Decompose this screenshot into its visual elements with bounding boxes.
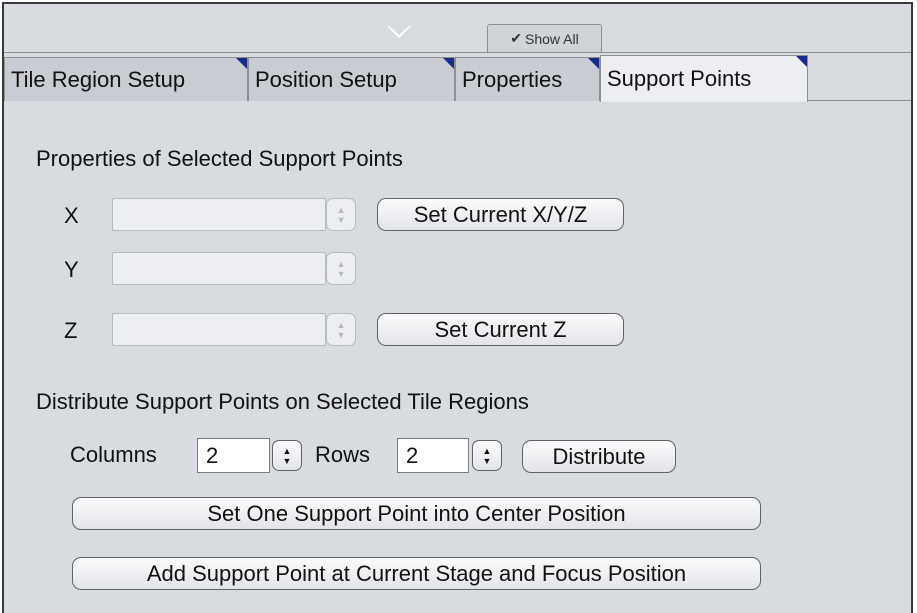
x-field [112,198,326,231]
columns-value: 2 [206,442,219,468]
rows-value: 2 [406,442,419,468]
up-arrow-icon: ▲ [482,445,492,456]
rows-stepper[interactable]: ▲ ▼ [472,440,502,471]
z-label: Z [64,318,78,343]
set-center-support-point-button[interactable]: Set One Support Point into Center Positi… [72,497,761,530]
tab-position-setup[interactable]: Position Setup [248,57,455,101]
tab-corner-marker-icon [588,58,599,69]
show-all-label: Show All [525,30,579,47]
collapse-triangle-icon[interactable] [387,26,411,38]
tab-properties[interactable]: Properties [455,57,600,101]
columns-stepper[interactable]: ▲ ▼ [272,440,302,471]
properties-section-title: Properties of Selected Support Points [36,146,403,171]
tab-label: Tile Region Setup [11,66,186,92]
y-label: Y [64,257,79,282]
tab-label: Support Points [607,66,752,91]
up-arrow-icon: ▲ [336,319,346,330]
columns-label: Columns [70,442,157,467]
set-current-z-button[interactable]: Set Current Z [377,313,624,346]
set-current-xyz-button[interactable]: Set Current X/Y/Z [377,198,624,231]
x-label: X [64,203,79,228]
down-arrow-icon: ▼ [482,455,492,466]
tab-support-points[interactable]: Support Points [600,55,808,102]
tab-label: Position Setup [255,66,397,92]
up-arrow-icon: ▲ [282,445,292,456]
rows-label: Rows [315,442,371,467]
add-support-point-button[interactable]: Add Support Point at Current Stage and F… [72,557,761,590]
y-stepper: ▲ ▼ [326,252,356,285]
show-all-toggle[interactable]: ✔ Show All [487,24,602,52]
up-arrow-icon: ▲ [336,258,346,269]
tab-tile-region-setup[interactable]: Tile Region Setup [4,57,248,101]
rows-input[interactable]: 2 [397,438,469,473]
tab-corner-marker-icon [236,58,247,69]
distribute-section-title: Distribute Support Points on Selected Ti… [36,389,529,414]
z-field [112,313,326,346]
distribute-button[interactable]: Distribute [522,440,676,473]
tab-label: Properties [462,66,563,92]
down-arrow-icon: ▼ [336,214,346,225]
x-stepper: ▲ ▼ [326,198,356,231]
support-points-panel: ✔ Show All Tile Region Setup Position Se… [2,2,913,613]
up-arrow-icon: ▲ [336,204,346,215]
down-arrow-icon: ▼ [336,268,346,279]
y-field [112,252,326,285]
checkmark-icon: ✔ [510,30,523,46]
tab-corner-marker-icon [443,58,454,69]
z-stepper: ▲ ▼ [326,313,356,346]
down-arrow-icon: ▼ [282,455,292,466]
down-arrow-icon: ▼ [336,329,346,340]
columns-input[interactable]: 2 [197,438,270,473]
tab-bar: Tile Region Setup Position Setup Propert… [4,52,911,102]
tab-corner-marker-icon [796,56,807,67]
